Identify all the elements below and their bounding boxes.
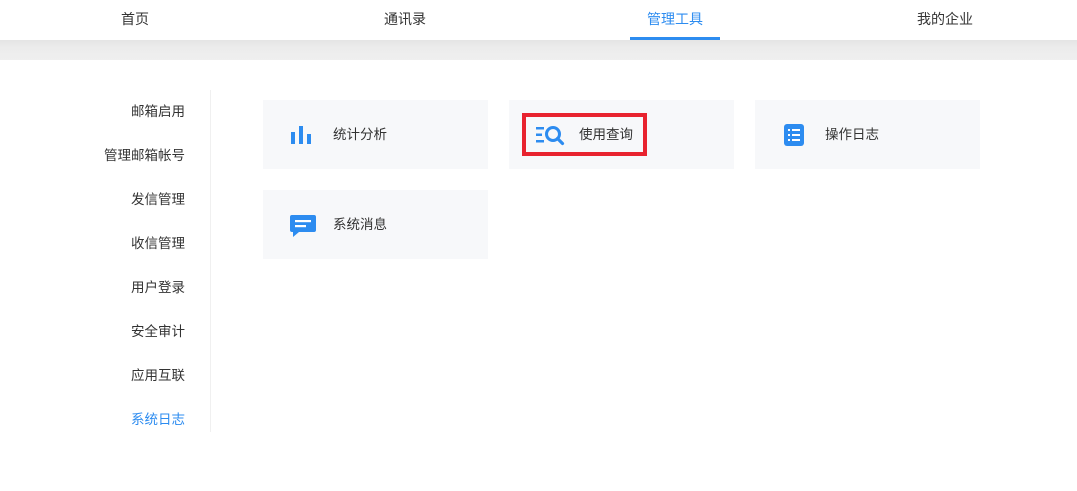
top-nav: 首页 通讯录 管理工具 我的企业 xyxy=(0,0,1077,40)
document-list-icon xyxy=(782,124,806,146)
bar-chart-icon xyxy=(290,124,314,146)
sidebar-item-mailbox-enable[interactable]: 邮箱启用 xyxy=(131,101,185,123)
card-statistics[interactable]: 统计分析 xyxy=(263,100,488,169)
list-search-icon xyxy=(536,124,565,146)
tab-contacts[interactable]: 通讯录 xyxy=(355,0,455,40)
sidebar: 邮箱启用 管理邮箱帐号 发信管理 收信管理 用户登录 安全审计 应用互联 系统日… xyxy=(0,90,211,432)
header-divider-band xyxy=(0,40,1077,60)
card-operation-log-label: 操作日志 xyxy=(825,127,879,143)
card-operation-log[interactable]: 操作日志 xyxy=(755,100,980,169)
tab-my-enterprise[interactable]: 我的企业 xyxy=(895,0,995,40)
card-usage-query[interactable]: 使用查询 xyxy=(509,100,734,169)
card-system-message-label: 系统消息 xyxy=(333,217,387,233)
card-statistics-label: 统计分析 xyxy=(333,127,387,143)
card-system-message[interactable]: 系统消息 xyxy=(263,190,488,259)
tab-admin-tools[interactable]: 管理工具 xyxy=(630,0,720,40)
sidebar-item-user-login[interactable]: 用户登录 xyxy=(131,277,185,299)
sidebar-item-incoming-management[interactable]: 收信管理 xyxy=(131,233,185,255)
tab-home[interactable]: 首页 xyxy=(85,0,185,40)
message-icon xyxy=(290,214,316,237)
sidebar-item-system-log[interactable]: 系统日志 xyxy=(131,409,185,431)
main-content: 邮箱启用 管理邮箱帐号 发信管理 收信管理 用户登录 安全审计 应用互联 系统日… xyxy=(0,60,1077,491)
sidebar-item-security-audit[interactable]: 安全审计 xyxy=(131,321,185,343)
sidebar-item-admin-mailbox-account[interactable]: 管理邮箱帐号 xyxy=(104,145,185,167)
card-usage-query-label: 使用查询 xyxy=(579,127,633,143)
sidebar-item-outgoing-management[interactable]: 发信管理 xyxy=(131,189,185,211)
sidebar-item-app-interconnect[interactable]: 应用互联 xyxy=(131,365,185,387)
